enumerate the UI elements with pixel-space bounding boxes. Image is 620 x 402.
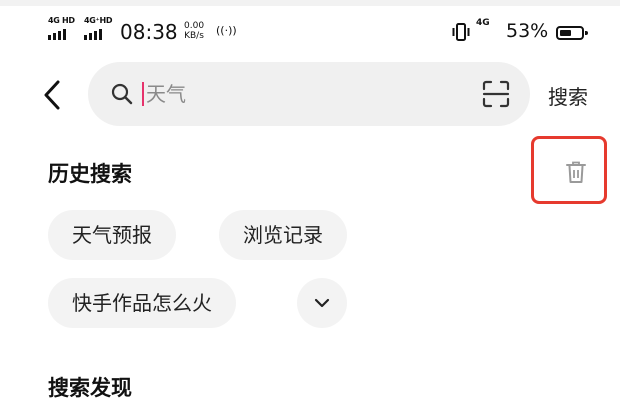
text-cursor [142, 82, 144, 106]
search-submit-button[interactable]: 搜索 [548, 81, 588, 110]
top-strip [0, 0, 620, 6]
history-chip[interactable]: 天气预报 [48, 210, 176, 260]
battery-percent: 53% [506, 20, 549, 42]
speed-unit: KB/s [184, 31, 204, 41]
search-bar[interactable] [88, 62, 530, 126]
back-arrow-icon[interactable] [40, 78, 68, 112]
network-speed: 0.00 KB/s [184, 21, 204, 41]
clock: 08:38 [120, 20, 178, 44]
network-type-icon: 4G [476, 18, 490, 28]
chevron-down-icon [314, 298, 330, 308]
sim1-label: 4G HD [48, 16, 75, 25]
sim1-signal-icon: 4G HD [48, 16, 82, 40]
speed-value: 0.00 [184, 21, 205, 31]
discover-title: 搜索发现 [48, 376, 132, 400]
sim2-signal-icon: 4G⁺HD [84, 16, 118, 40]
vibrate-icon [452, 23, 470, 41]
highlight-box [531, 136, 607, 204]
expand-history-button[interactable] [297, 278, 347, 328]
history-chip[interactable]: 浏览记录 [219, 210, 347, 260]
search-icon [111, 83, 133, 105]
hotspot-icon: ((·)) [216, 24, 237, 37]
history-chip[interactable]: 快手作品怎么火 [48, 278, 236, 328]
history-title: 历史搜索 [48, 162, 132, 186]
battery-level-fill [560, 30, 571, 36]
sim2-label: 4G⁺HD [84, 16, 113, 25]
search-input[interactable] [146, 76, 466, 112]
battery-icon [556, 26, 588, 40]
scan-icon[interactable] [481, 80, 511, 108]
status-bar: 4G HD 4G⁺HD 08:38 0.00 KB/s ((·)) 4G 53% [0, 12, 620, 52]
